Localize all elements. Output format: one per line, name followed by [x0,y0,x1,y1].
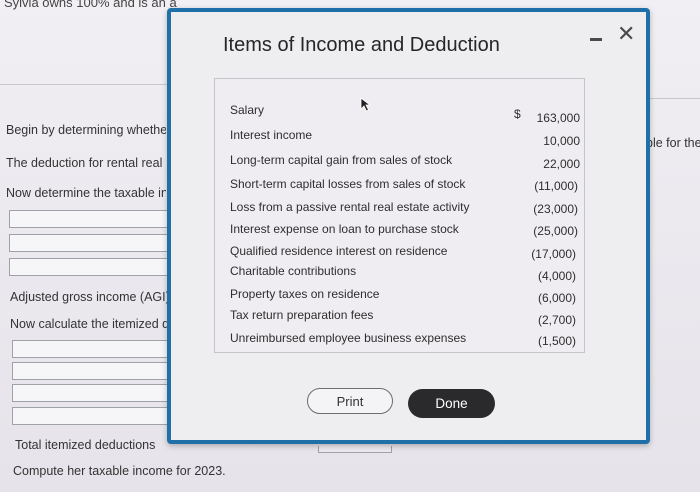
item-value-prep-fees: (2,700) [537,313,576,327]
divider [0,84,170,85]
items-table: $ Salary 163,000 Interest income 10,000 … [214,78,585,353]
item-value-salary: 163,000 [536,111,580,125]
problem-text-right: ble for the [646,136,700,150]
item-value-employee-expenses: (1,500) [537,334,576,348]
item-value-ltcg: 22,000 [543,157,580,171]
mouse-cursor-icon [360,97,372,112]
itemized-input-2[interactable] [12,362,172,380]
print-button[interactable]: Print [307,388,393,414]
item-value-investment-interest: (25,000) [533,224,578,238]
done-button[interactable]: Done [408,389,495,418]
hidden-input-edge [318,446,392,453]
close-icon[interactable]: ✕ [617,23,635,45]
minimize-icon[interactable] [590,38,602,41]
dialog-title: Items of Income and Deduction [223,34,500,56]
item-value-interest-income: 10,000 [543,134,580,148]
item-label-charitable: Charitable contributions [230,264,357,278]
item-label-investment-interest: Interest expense on loan to purchase sto… [230,222,459,236]
item-label-residence-interest: Qualified residence interest on residenc… [230,244,448,258]
item-label-interest-income: Interest income [230,128,313,142]
item-value-passive-loss: (23,000) [533,202,578,216]
answer-input-2[interactable] [9,234,169,252]
item-label-prep-fees: Tax return preparation fees [230,308,374,322]
item-label-ltcg: Long-term capital gain from sales of sto… [230,153,453,167]
instruction-taxable-income: Now determine the taxable in [6,186,166,200]
items-dialog: Items of Income and Deduction ✕ $ Salary… [167,8,650,444]
answer-input-3[interactable] [9,258,169,276]
item-label-employee-expenses: Unreimbursed employee business expenses [230,331,467,345]
answer-input-1[interactable] [9,210,169,228]
item-value-residence-interest: (17,000) [531,247,576,261]
item-value-charitable: (4,000) [537,269,576,283]
agi-label: Adjusted gross income (AGI) [10,290,170,304]
compute-taxable-label: Compute her taxable income for 2023. [13,464,226,478]
total-itemized-label: Total itemized deductions [15,438,156,452]
itemized-input-3[interactable] [12,384,172,402]
item-label-salary: Salary [230,103,265,117]
instruction-itemized: Now calculate the itemized de [10,317,170,331]
itemized-input-1[interactable] [12,340,172,358]
problem-text: Sylvia owns 100% and is an a [4,0,177,10]
divider [650,98,700,99]
item-label-stcl: Short-term capital losses from sales of … [230,177,466,191]
item-label-property-taxes: Property taxes on residence [230,287,380,301]
instruction-rental-deduction: The deduction for rental real [6,156,163,170]
itemized-input-4[interactable] [12,407,172,425]
item-value-stcl: (11,000) [534,179,578,193]
item-value-property-taxes: (6,000) [537,291,576,305]
item-label-passive-loss: Loss from a passive rental real estate a… [230,200,470,214]
instruction-determine: Begin by determining whethe [6,123,166,137]
